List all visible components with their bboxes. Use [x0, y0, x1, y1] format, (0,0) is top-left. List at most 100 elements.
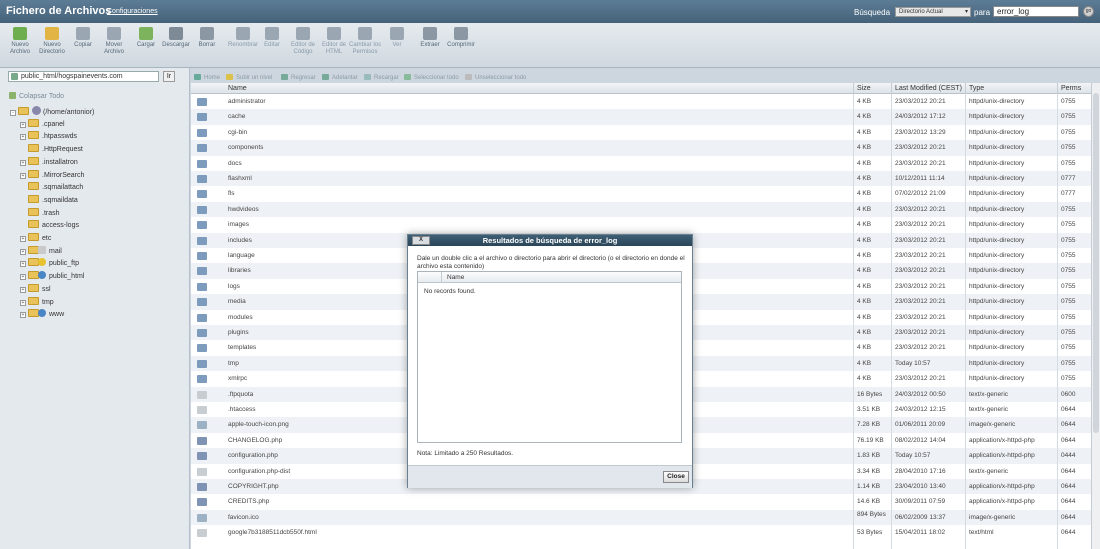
tree-item[interactable]: + ssl: [20, 283, 51, 293]
table-row[interactable]: google7b3188511dcb550f.html 53 Bytes 15/04…: [191, 525, 1091, 540]
tree-item[interactable]: + .cpanel: [20, 118, 65, 128]
table-row[interactable]: favicon.ico 894 Bytes 06/02/2009 13:37 imag…: [191, 509, 1091, 526]
search-input[interactable]: [993, 6, 1079, 17]
nav-home-button[interactable]: Home: [194, 74, 220, 81]
file-perms: 0755: [1061, 298, 1076, 306]
search-scope-value: Directorio Actual: [899, 9, 943, 15]
expand-icon[interactable]: +: [20, 172, 26, 179]
tree-item[interactable]: access-logs: [20, 220, 79, 229]
expand-icon[interactable]: +: [20, 236, 26, 242]
toolbar-button-4[interactable]: Cargar: [130, 27, 162, 49]
settings-link[interactable]: Configuraciones: [107, 8, 158, 15]
tree-item[interactable]: - (/home/antonior): [10, 106, 94, 116]
toolbar-button-11[interactable]: Cambiar los Permisos: [349, 27, 381, 56]
nav-reload-button[interactable]: Recargar: [364, 74, 399, 81]
file-modified: 23/03/2012 20:21: [895, 344, 946, 352]
tree-item[interactable]: + public_ftp: [20, 258, 79, 268]
tree-item[interactable]: + etc: [20, 233, 51, 242]
toolbar-icon: [200, 27, 214, 40]
file-perms: 0644: [1061, 529, 1076, 537]
nav-unselect-all-button[interactable]: Unseleccionar todo: [465, 74, 526, 81]
search-scope-select[interactable]: Directorio Actual ▾: [895, 7, 971, 17]
file-modified: 30/09/2011 07:59: [895, 498, 946, 506]
expand-icon[interactable]: +: [20, 159, 26, 166]
toolbar-button-9[interactable]: Editor de Código: [287, 27, 319, 56]
tree-item[interactable]: .HttpRequest: [20, 144, 83, 153]
path-input[interactable]: public_html/hogspainevents.com: [8, 71, 159, 82]
toolbar-button-2[interactable]: Copiar: [67, 27, 99, 49]
expand-icon[interactable]: +: [20, 286, 26, 293]
toolbar-button-label: Descargar: [162, 42, 190, 48]
close-button[interactable]: Close: [663, 471, 689, 483]
toolbar-button-10[interactable]: Editor de HTML: [318, 27, 350, 56]
file-name: CHANGELOG.php: [228, 436, 283, 444]
table-row[interactable]: cache 4 KB 24/03/2012 17:12 httpd/unix-dire…: [191, 109, 1091, 125]
tree-item[interactable]: + www: [20, 309, 64, 319]
table-row[interactable]: flashxml 4 KB 10/12/2011 11:14 httpd/unix-d…: [191, 171, 1091, 187]
file-perms: 0777: [1061, 175, 1076, 182]
nav-up-button[interactable]: Subir un nivel: [226, 74, 272, 81]
tree-item-label: ssl: [42, 285, 51, 293]
table-row[interactable]: fls 4 KB 07/02/2012 21:09 httpd/unix-direct…: [191, 186, 1091, 201]
nav-back-button[interactable]: Regresar: [281, 74, 316, 81]
collapse-icon[interactable]: -: [10, 110, 16, 116]
table-row[interactable]: CREDITS.php 14.6 KB 30/09/2011 07:59 applic…: [191, 494, 1091, 509]
file-list-scrollbar[interactable]: [1091, 83, 1100, 549]
toolbar-button-7[interactable]: Renombrar: [227, 27, 259, 49]
toolbar-button-12[interactable]: Ver: [381, 27, 413, 49]
folder-icon: [18, 107, 29, 115]
toolbar-button-8[interactable]: Editar: [256, 27, 288, 49]
tree-item-label: .sqmailattach: [42, 184, 84, 192]
tree-item-label: (/home/antonior): [43, 109, 95, 116]
toolbar-button-1[interactable]: Nuevo Directorio: [36, 27, 68, 56]
tree-item[interactable]: .sqmailattach: [20, 182, 83, 191]
tree-item[interactable]: .trash: [20, 207, 60, 217]
collapse-all-button[interactable]: Colapsar Todo: [9, 92, 64, 100]
column-header-name[interactable]: Name: [228, 85, 247, 92]
scrollbar-thumb[interactable]: [1093, 93, 1099, 433]
nav-select-all-button[interactable]: Seleccionar todo: [404, 74, 459, 81]
column-header-modified[interactable]: Last Modified (CEST): [895, 85, 962, 92]
toolbar-button-5[interactable]: Descargar: [160, 27, 192, 49]
toolbar-button-14[interactable]: Comprimir: [445, 27, 477, 49]
tree-item[interactable]: + public_html: [20, 271, 84, 281]
folder-icon: [28, 220, 39, 229]
table-row[interactable]: cgi-bin 4 KB 23/03/2012 13:29 httpd/unix-di…: [191, 125, 1091, 140]
toolbar-button-13[interactable]: Extraer: [414, 27, 446, 49]
column-header-size[interactable]: Size: [857, 85, 871, 92]
column-header-type[interactable]: Type: [969, 85, 984, 92]
table-row[interactable]: hwdvideos 4 KB 23/03/2012 20:21 httpd/unix-…: [191, 201, 1091, 218]
file-name: configuration.php: [228, 452, 278, 460]
toolbar-button-3[interactable]: Mover Archivo: [98, 27, 130, 56]
tree-item[interactable]: + .htpasswds: [20, 131, 77, 141]
table-row[interactable]: docs 4 KB 23/03/2012 20:21 httpd/unix-direc…: [191, 156, 1091, 171]
tree-item[interactable]: + .MirrorSearch: [20, 169, 84, 179]
file-size: 4 KB: [857, 98, 872, 105]
expand-icon[interactable]: +: [20, 248, 26, 255]
results-column-name[interactable]: Name: [447, 274, 464, 281]
tree-item[interactable]: + mail: [20, 245, 62, 255]
tree-item[interactable]: .sqmaildata: [20, 194, 78, 204]
path-go-button[interactable]: Ir: [163, 71, 175, 82]
toolbar-button-6[interactable]: Borrar: [191, 27, 223, 49]
file-modified: 23/03/2012 20:21: [895, 282, 946, 290]
close-icon[interactable]: X: [412, 236, 430, 245]
nav-forward-button[interactable]: Adelantar: [322, 74, 358, 81]
expand-icon[interactable]: +: [20, 261, 26, 268]
column-header-perms[interactable]: Perms: [1061, 85, 1081, 92]
expand-icon[interactable]: +: [20, 299, 26, 306]
table-row[interactable]: images 4 KB 23/03/2012 20:21 httpd/unix-dir…: [191, 217, 1091, 232]
search-go-button[interactable]: go: [1083, 6, 1094, 17]
file-type: httpd/unix-directory: [969, 98, 1025, 105]
table-row[interactable]: administrator 4 KB 23/03/2012 20:21 httpd/u…: [191, 94, 1091, 109]
file-name: favicon.ico: [228, 513, 259, 521]
file-icon: [197, 467, 207, 476]
tree-item[interactable]: + .installatron: [20, 156, 78, 166]
expand-icon[interactable]: +: [20, 274, 26, 281]
expand-icon[interactable]: +: [20, 121, 26, 128]
expand-icon[interactable]: +: [20, 312, 26, 319]
tree-item[interactable]: + tmp: [20, 296, 54, 306]
toolbar-button-0[interactable]: Nuevo Archivo: [4, 27, 36, 56]
table-row[interactable]: components 4 KB 23/03/2012 20:21 httpd/unix…: [191, 140, 1091, 156]
expand-icon[interactable]: +: [20, 134, 26, 141]
